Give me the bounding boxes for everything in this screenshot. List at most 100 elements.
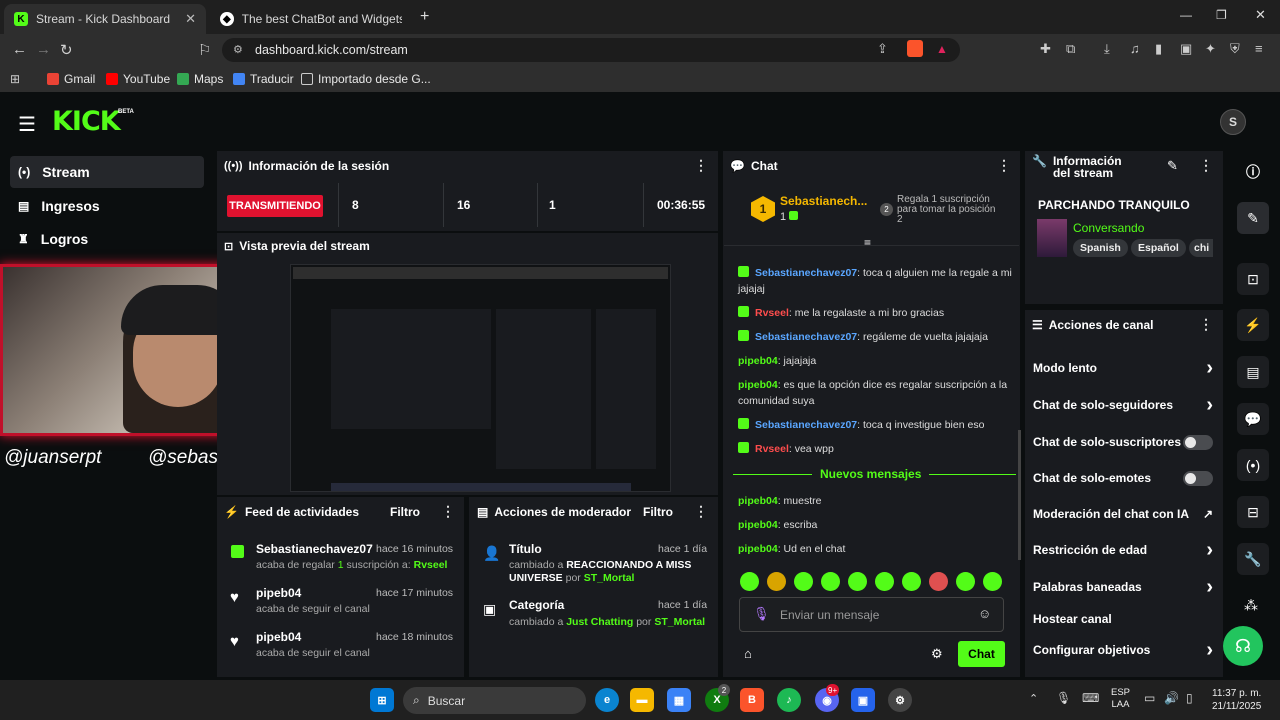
bookmark-gmail[interactable]: Gmail (47, 72, 95, 86)
emote-icon[interactable] (983, 572, 1002, 591)
vpn-icon[interactable]: ⛨ (1230, 41, 1240, 57)
chat-menu-icon[interactable]: ⋮ (997, 157, 1011, 174)
menu-icon[interactable]: ≡ (1255, 41, 1263, 56)
notes-icon[interactable]: ▤ (1237, 356, 1269, 388)
chat-username[interactable]: pipeb04 (738, 379, 778, 391)
channel-action-0[interactable]: Modo lento › (1033, 357, 1213, 379)
reload-icon[interactable]: ↻ (60, 41, 73, 59)
bookmark-traducir[interactable]: Traducir (233, 72, 294, 86)
url-text[interactable]: dashboard.kick.com/stream (255, 43, 408, 57)
bookmark-maps[interactable]: Maps (177, 72, 223, 86)
chat-username[interactable]: Sebastianechavez07 (755, 331, 857, 343)
chat-scrollbar[interactable] (1018, 430, 1021, 560)
bookmark-folder[interactable]: Importado desde G... (301, 72, 431, 86)
microphone-icon[interactable]: 🎙 (753, 606, 770, 622)
clip-icon[interactable]: ⊡ (1237, 263, 1269, 295)
close-window-icon[interactable]: ✕ (1255, 7, 1266, 23)
bookmark-youtube[interactable]: YouTube (106, 72, 170, 86)
emote-icon[interactable] (740, 572, 759, 591)
chat-rail-icon[interactable]: 💬 (1237, 403, 1269, 435)
chat-username[interactable]: Sebastianechavez07 (755, 267, 857, 279)
maximize-icon[interactable]: ❐ (1216, 8, 1227, 22)
emote-icon[interactable] (956, 572, 975, 591)
tab-chatbot[interactable]: ◆ The best ChatBot and Widgets for Ki (210, 4, 412, 34)
layout-icon[interactable]: ⊟ (1237, 496, 1269, 528)
feed-menu-icon[interactable]: ⋮ (441, 503, 455, 520)
emote-icon[interactable] (794, 572, 813, 591)
brave-shields-icon[interactable] (907, 40, 923, 57)
channel-action-7[interactable]: Hostear canal (1033, 609, 1213, 629)
translate-icon[interactable]: ⧉ (1066, 41, 1075, 57)
chat-username[interactable]: Sebastianechavez07 (755, 419, 857, 431)
tray-chevron-icon[interactable]: ⌃ (1029, 692, 1038, 705)
media-icon[interactable]: ♫ (1130, 41, 1140, 56)
emote-icon[interactable] (929, 572, 948, 591)
avatar[interactable]: S (1220, 109, 1246, 135)
clock[interactable]: 11:37 p. m. 21/11/2025 (1212, 687, 1261, 713)
edit-stream-icon[interactable]: ✎ (1167, 158, 1178, 174)
feed-item-user[interactable]: pipeb04 (256, 630, 301, 644)
stream-preview-video[interactable] (290, 264, 671, 492)
mod-filter-button[interactable]: Filtro (643, 505, 673, 519)
mod-menu-icon[interactable]: ⋮ (694, 503, 708, 520)
channel-actions-menu-icon[interactable]: ⋮ (1199, 316, 1213, 333)
file-explorer-icon[interactable]: ▬ (630, 688, 654, 712)
channel-action-3[interactable]: Chat de solo-emotes (1033, 468, 1213, 488)
pinned-expand-icon[interactable]: ≡ (864, 236, 871, 250)
store-taskbar-icon[interactable]: ▦ (667, 688, 691, 712)
kick-logo[interactable]: KICK (52, 106, 121, 137)
apps-grid-icon[interactable]: ⊞ (10, 72, 20, 86)
feed-item-user[interactable]: Sebastianechavez07 (256, 542, 373, 556)
store-icon[interactable]: ⌂ (744, 646, 752, 661)
settings-icon[interactable]: ⚙ (931, 646, 943, 662)
emote-icon[interactable] (821, 572, 840, 591)
stream-info-menu-icon[interactable]: ⋮ (1199, 157, 1213, 174)
info-icon[interactable]: ⓘ (1237, 158, 1269, 186)
emote-icon[interactable] (875, 572, 894, 591)
chat-username[interactable]: pipeb04 (738, 519, 778, 531)
back-icon[interactable]: ← (12, 41, 27, 58)
chat-username[interactable]: Rvseel (755, 307, 789, 319)
sidebar-item-logros[interactable]: ♜ Logros (10, 223, 204, 255)
channel-action-1[interactable]: Chat de solo-seguidores › (1033, 394, 1213, 416)
emote-icon[interactable] (902, 572, 921, 591)
channel-action-4[interactable]: Moderación del chat con IA ↗ (1033, 504, 1213, 524)
network-icon[interactable]: ▭ (1144, 691, 1155, 705)
language-indicator[interactable]: ESP LAA (1111, 687, 1130, 711)
chat-username[interactable]: pipeb04 (738, 355, 778, 367)
wallet-icon[interactable]: ▣ (1180, 41, 1192, 57)
sidebar-toggle-icon[interactable]: ▮ (1155, 41, 1162, 57)
broadcast-rail-icon[interactable]: (•) (1237, 449, 1269, 481)
spotify-icon[interactable]: ♪ (777, 688, 801, 712)
brave-taskbar-icon[interactable]: B (740, 688, 764, 712)
emoji-icon[interactable]: ☺ (978, 606, 991, 621)
download-icon[interactable]: ⤓ (1104, 41, 1110, 57)
extensions-icon[interactable]: ✚ (1040, 41, 1051, 57)
app-icon[interactable]: ▣ (851, 688, 875, 712)
lightning-icon[interactable]: ⚡ (1237, 309, 1269, 341)
emote-icon[interactable] (767, 572, 786, 591)
chat-username[interactable]: pipeb04 (738, 495, 778, 507)
windows-start-icon[interactable]: ⊞ (370, 688, 394, 712)
channel-action-5[interactable]: Restricción de edad › (1033, 539, 1213, 561)
mic-tray-icon[interactable]: 🎙 (1056, 691, 1071, 705)
keyboard-icon[interactable]: ⌨ (1082, 691, 1099, 705)
minimize-icon[interactable]: — (1180, 8, 1192, 22)
close-tab-icon[interactable]: ✕ (185, 11, 196, 27)
chat-input-placeholder[interactable]: Enviar un mensaje (780, 608, 879, 622)
chat-username[interactable]: pipeb04 (738, 543, 778, 555)
apps-icon[interactable]: ⁂ (1244, 597, 1258, 614)
tab-kick-dashboard[interactable]: K Stream - Kick Dashboard ✕ (4, 4, 206, 34)
chat-username[interactable]: Rvseel (755, 443, 789, 455)
hamburger-menu-icon[interactable]: ☰ (18, 112, 36, 137)
toggle-switch[interactable] (1183, 470, 1213, 486)
stream-category[interactable]: Conversando (1073, 221, 1144, 235)
brave-rewards-icon[interactable]: ▲ (936, 42, 948, 56)
forward-icon[interactable]: → (36, 41, 51, 58)
battery-icon[interactable]: ▯ (1186, 691, 1193, 705)
sidebar-item-stream[interactable]: (•) Stream (10, 156, 204, 188)
bookmark-icon[interactable]: ⚐ (198, 41, 211, 59)
edit-rail-icon[interactable]: ✎ (1237, 202, 1269, 234)
new-tab-button[interactable]: + (420, 8, 429, 26)
emote-icon[interactable] (848, 572, 867, 591)
